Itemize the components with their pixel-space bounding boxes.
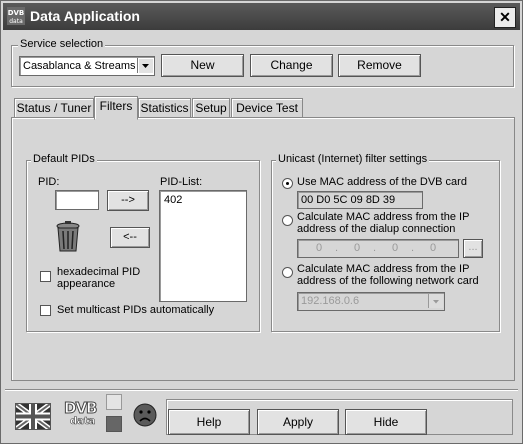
network-card-value: 192.168.0.6 [301, 295, 360, 307]
apply-button[interactable]: Apply [257, 409, 339, 435]
dvb-data-logo: DVB data [61, 399, 101, 431]
default-pids-label: Default PIDs [31, 153, 97, 165]
network-card-label-1: Calculate MAC address from the IP [297, 263, 470, 275]
ip-octet-1: 0 [316, 242, 323, 254]
remove-button[interactable]: Remove [338, 54, 421, 77]
use-mac-radio[interactable] [282, 178, 293, 189]
multicast-pids-label: Set multicast PIDs automatically [57, 304, 215, 316]
ip-dot-2: . [373, 242, 377, 254]
pid-input[interactable] [55, 190, 99, 210]
trash-icon[interactable] [55, 221, 81, 253]
add-pid-button[interactable]: --> [107, 190, 149, 211]
ip-address-field[interactable]: 0 . 0 . 0 . 0 [297, 239, 459, 258]
pid-list-item[interactable]: 402 [164, 194, 182, 206]
change-button[interactable]: Change [250, 54, 333, 77]
application-window: DVB data Data Application ✕ Service sele… [0, 0, 523, 444]
multicast-pids-checkbox[interactable] [40, 305, 51, 316]
browse-button[interactable]: ... [463, 239, 483, 258]
chevron-down-icon [142, 64, 149, 68]
unicast-filter-label: Unicast (Internet) filter settings [276, 153, 430, 165]
window-title: Data Application [30, 8, 140, 24]
ip-octet-3: 0 [392, 242, 399, 254]
close-button[interactable]: ✕ [494, 7, 516, 28]
svg-text:DVB: DVB [8, 9, 25, 17]
use-mac-label: Use MAC address of the DVB card [297, 176, 467, 188]
tab-statistics[interactable]: Statistics [138, 98, 191, 118]
chevron-down-icon [433, 300, 439, 304]
hexadecimal-pid-label-2: appearance [57, 278, 116, 290]
close-icon: ✕ [499, 9, 511, 25]
network-card-label-2: address of the following network card [297, 275, 479, 287]
tab-status-tuner[interactable]: Status / Tuner [14, 98, 94, 118]
tab-filters[interactable]: Filters [94, 96, 138, 120]
help-button[interactable]: Help [168, 409, 250, 435]
svg-text:data: data [9, 18, 23, 25]
ip-dot-3: . [411, 242, 415, 254]
pid-list[interactable]: 402 [159, 190, 247, 302]
dialup-label-2: address of the dialup connection [297, 223, 456, 235]
ip-dot-1: . [335, 242, 339, 254]
remove-pid-button[interactable]: <-- [110, 227, 150, 248]
status-indicator-bottom [106, 416, 122, 432]
new-button[interactable]: New [161, 54, 244, 77]
service-select[interactable]: Casablanca & Streams [19, 56, 155, 76]
dvb-app-icon: DVB data [7, 7, 25, 25]
language-flag-icon[interactable] [14, 401, 52, 432]
tab-device-test[interactable]: Device Test [231, 98, 303, 118]
hexadecimal-pid-label-1: hexadecimal PID [57, 266, 141, 278]
title-bar[interactable]: DVB data Data Application ✕ [3, 3, 520, 30]
dialup-radio[interactable] [282, 215, 293, 226]
ip-octet-4: 0 [430, 242, 437, 254]
pid-label: PID: [38, 176, 60, 188]
network-card-dropdown[interactable] [428, 294, 443, 308]
mac-address-value: 00 D0 5C 09 8D 39 [301, 194, 396, 206]
network-card-radio[interactable] [282, 267, 293, 278]
tab-setup[interactable]: Setup [192, 98, 230, 118]
status-indicator-top [106, 394, 122, 410]
dropdown-button[interactable] [137, 58, 153, 73]
service-selection-label: Service selection [18, 38, 106, 50]
data-logo-text: data [70, 416, 96, 428]
ip-octet-2: 0 [354, 242, 361, 254]
dialup-label-1: Calculate MAC address from the IP [297, 211, 470, 223]
network-card-select[interactable]: 192.168.0.6 [297, 292, 445, 311]
sad-face-icon [133, 403, 157, 427]
mac-address-field: 00 D0 5C 09 8D 39 [297, 191, 423, 209]
dvb-logo-text: DVB [64, 399, 98, 418]
service-select-value: Casablanca & Streams [23, 60, 136, 72]
footer-separator [5, 389, 518, 391]
hide-button[interactable]: Hide [345, 409, 427, 435]
hexadecimal-pid-checkbox[interactable] [40, 271, 51, 282]
pid-list-label: PID-List: [160, 176, 203, 188]
